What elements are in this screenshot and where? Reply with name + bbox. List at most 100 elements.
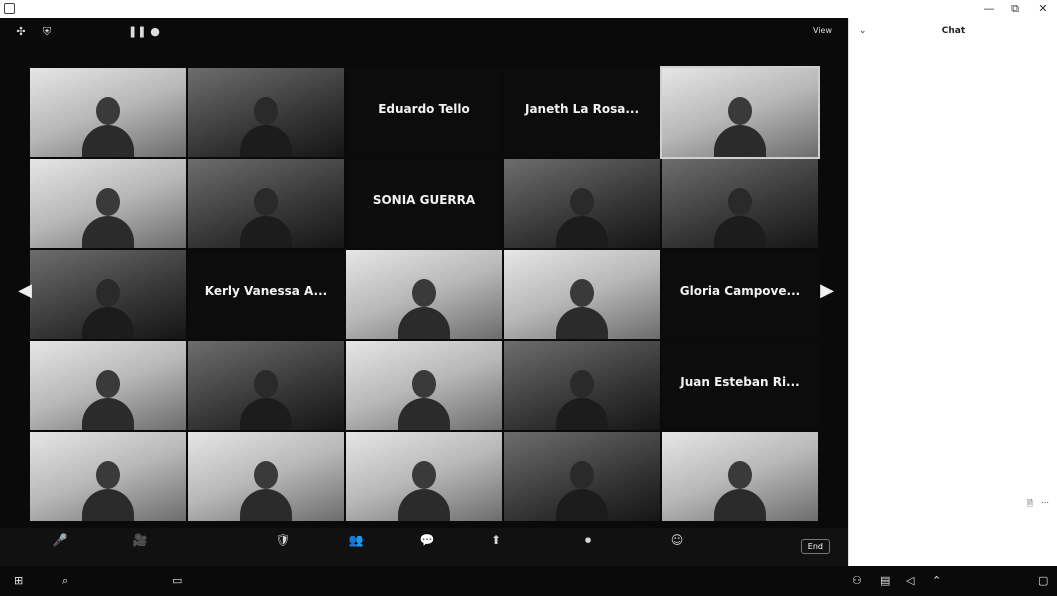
reactions-button[interactable]: ☺ — [652, 532, 702, 564]
chevron-up-icon[interactable]: ⌃ — [932, 574, 941, 588]
app-icon — [4, 3, 15, 14]
chat-header: ⌄ Chat — [849, 26, 1057, 40]
chat-message-input[interactable] — [859, 515, 1049, 529]
record-icon: ⏺ — [584, 533, 591, 547]
volume-icon[interactable]: ◁ — [906, 574, 914, 588]
meeting-info-icon[interactable]: ✣ — [14, 25, 28, 39]
file-icon[interactable]: 🗎 — [1027, 498, 1033, 512]
participant-display-name: Eduardo Tello — [378, 102, 470, 116]
participant-tile[interactable] — [30, 432, 186, 521]
people-icon[interactable]: ⚇ — [852, 574, 862, 588]
end-meeting-button[interactable]: End — [800, 539, 830, 554]
participant-tile[interactable] — [504, 341, 660, 430]
participant-video — [396, 370, 452, 430]
shield-icon[interactable]: ⛨ — [40, 25, 54, 39]
microphone-icon: 🎤 — [52, 533, 68, 547]
participant-tile[interactable]: Gloria Campove... — [662, 250, 818, 339]
participant-tile[interactable] — [346, 341, 502, 430]
participant-tile[interactable] — [30, 68, 186, 157]
participant-video — [396, 461, 452, 521]
record-indicator-icon: ● — [150, 25, 160, 38]
participant-tile[interactable] — [30, 341, 186, 430]
participant-tile[interactable] — [188, 159, 344, 248]
participant-tile[interactable]: Kerly Vanessa A... — [188, 250, 344, 339]
start-icon[interactable]: ⊞ — [14, 574, 23, 588]
taskbar: ⊞ ⌕ ▭ ⚇ ▤ ◁ ⌃ ▢ — [0, 566, 1057, 596]
camera-icon: 🎥 — [132, 533, 148, 547]
participant-video — [712, 188, 768, 248]
smiley-icon: ☺ — [670, 533, 684, 547]
notifications-icon[interactable]: ▢ — [1038, 574, 1048, 588]
participant-video — [712, 97, 768, 157]
participant-tile[interactable] — [504, 250, 660, 339]
shield-icon: 🛡 — [275, 533, 291, 547]
participant-tile[interactable] — [188, 68, 344, 157]
participant-video — [80, 97, 136, 157]
meeting-toolbar: 🎤 🎥 🛡 👥 💬 ⬆ ⏺ ☺ End — [0, 528, 848, 566]
share-screen-button[interactable]: ⬆ — [466, 532, 526, 564]
participants-icon: 👥 — [348, 533, 364, 547]
participant-video — [396, 279, 452, 339]
participant-display-name: Kerly Vanessa A... — [204, 284, 328, 298]
close-button[interactable]: ✕ — [1034, 1, 1052, 17]
security-button[interactable]: 🛡 — [255, 532, 311, 564]
minimize-button[interactable]: — — [980, 1, 998, 17]
participant-tile[interactable] — [30, 250, 186, 339]
participant-video — [554, 370, 610, 430]
mute-button[interactable]: 🎤 — [30, 532, 90, 564]
stop-video-button[interactable]: 🎥 — [110, 532, 170, 564]
title-bar: — ⧉ ✕ — [0, 0, 1057, 18]
previous-page-arrow-icon[interactable]: ◀ — [18, 280, 32, 302]
chat-title: Chat — [941, 26, 966, 36]
search-icon[interactable]: ⌕ — [62, 574, 68, 588]
participant-video — [554, 461, 610, 521]
chat-panel: ⌄ Chat 🗎 ⋯ — [848, 18, 1057, 566]
view-button[interactable]: View — [809, 24, 836, 37]
participant-video — [712, 461, 768, 521]
participants-button[interactable]: 👥 — [326, 532, 386, 564]
meeting-top-bar: ✣ ⛨ ❚❚ ● View — [0, 18, 848, 46]
participant-video — [554, 188, 610, 248]
participant-video — [80, 370, 136, 430]
pause-icon[interactable]: ❚❚ — [128, 25, 146, 39]
record-button[interactable]: ⏺ — [560, 532, 616, 564]
participant-display-name: SONIA GUERRA — [372, 193, 476, 207]
participant-display-name: Juan Esteban Ri... — [680, 375, 800, 389]
chat-icon: 💬 — [419, 533, 435, 547]
video-grid: Eduardo Tello Janeth La Rosa... SONIA GUER… — [30, 66, 830, 523]
participant-tile[interactable]: Juan Esteban Ri... — [662, 341, 818, 430]
participant-tile[interactable] — [188, 341, 344, 430]
share-screen-icon: ⬆ — [490, 533, 502, 547]
meeting-area: ✣ ⛨ ❚❚ ● View Eduardo Tello Janeth La Ros… — [0, 18, 848, 566]
participant-tile[interactable] — [188, 432, 344, 521]
participant-tile[interactable] — [504, 432, 660, 521]
participant-display-name: Gloria Campove... — [679, 284, 801, 298]
participant-video — [238, 461, 294, 521]
task-view-icon[interactable]: ▭ — [172, 574, 182, 588]
next-page-arrow-icon[interactable]: ▶ — [820, 280, 834, 302]
maximize-button[interactable]: ⧉ — [1006, 1, 1024, 17]
participant-video — [80, 279, 136, 339]
participant-tile[interactable] — [504, 159, 660, 248]
chat-button[interactable]: 💬 — [402, 532, 452, 564]
participant-video — [80, 461, 136, 521]
chat-message-list — [857, 46, 1052, 86]
participant-tile[interactable]: Eduardo Tello — [346, 68, 502, 157]
participant-tile[interactable] — [346, 432, 502, 521]
participant-tile[interactable] — [662, 432, 818, 521]
participant-video — [238, 370, 294, 430]
participant-video — [238, 97, 294, 157]
participant-video — [238, 188, 294, 248]
participant-tile[interactable] — [346, 250, 502, 339]
network-icon[interactable]: ▤ — [880, 574, 890, 588]
participant-video — [554, 279, 610, 339]
more-icon[interactable]: ⋯ — [1041, 498, 1049, 507]
participant-tile[interactable] — [30, 159, 186, 248]
participant-tile[interactable]: SONIA GUERRA — [346, 159, 502, 248]
participant-video — [80, 188, 136, 248]
chat-recipient-row: 🗎 ⋯ — [859, 498, 1051, 510]
participant-display-name: Janeth La Rosa... — [524, 102, 640, 116]
participant-tile[interactable] — [660, 66, 820, 159]
participant-tile[interactable] — [662, 159, 818, 248]
participant-tile[interactable]: Janeth La Rosa... — [504, 68, 660, 157]
